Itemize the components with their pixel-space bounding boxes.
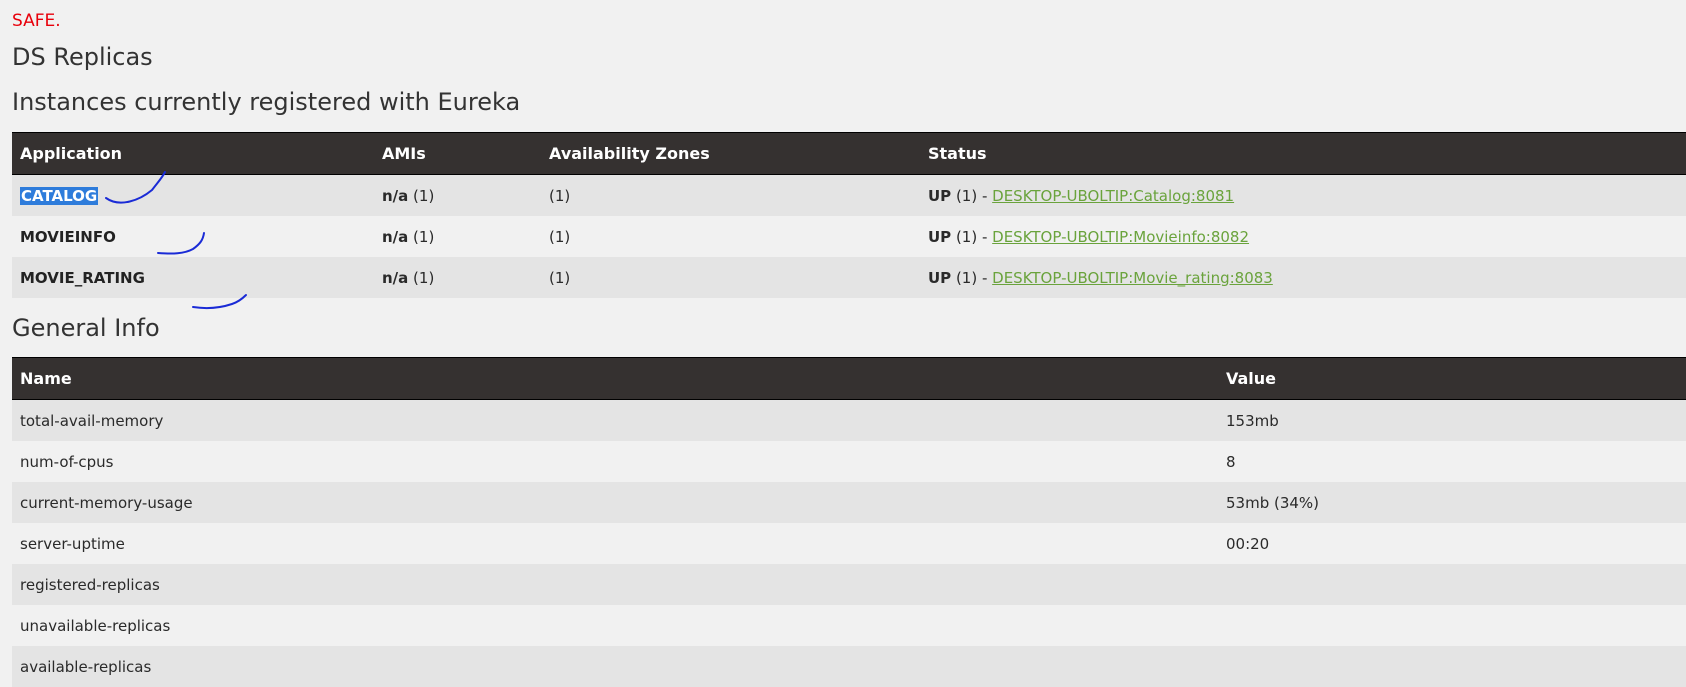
status-cell: UP (1) - DESKTOP-UBOLTIP:Catalog:8081 <box>920 174 1686 216</box>
instances-table: Application AMIs Availability Zones Stat… <box>12 132 1686 298</box>
info-name: current-memory-usage <box>12 482 1218 523</box>
general-info-title: General Info <box>12 314 160 342</box>
amis-label: n/a <box>382 186 409 205</box>
table-row: total-avail-memory 153mb <box>12 399 1686 441</box>
amis-label: n/a <box>382 268 409 287</box>
status-count: (1) - <box>951 227 993 246</box>
info-value: 00:20 <box>1218 523 1686 564</box>
info-name: unavailable-replicas <box>12 605 1218 646</box>
amis-label: n/a <box>382 227 409 246</box>
application-name-selected[interactable]: CATALOG <box>20 186 99 205</box>
status-count: (1) - <box>951 186 993 205</box>
instance-link[interactable]: DESKTOP-UBOLTIP:Catalog:8081 <box>992 187 1234 205</box>
info-value <box>1218 564 1686 605</box>
amis-cell: n/a (1) <box>374 174 541 216</box>
amis-cell: n/a (1) <box>374 257 541 298</box>
status-label: UP <box>928 227 952 246</box>
application-cell: CATALOG <box>12 174 374 216</box>
info-name: server-uptime <box>12 523 1218 564</box>
info-name: available-replicas <box>12 646 1218 687</box>
info-name: total-avail-memory <box>12 399 1218 441</box>
amis-cell: n/a (1) <box>374 216 541 257</box>
amis-count: (1) <box>408 186 435 205</box>
application-name: MOVIE_RATING <box>20 268 145 287</box>
ds-replicas-title: DS Replicas <box>12 43 153 71</box>
zones-cell: (1) <box>541 216 920 257</box>
info-name: num-of-cpus <box>12 441 1218 482</box>
status-message: SAFE. <box>12 11 61 31</box>
amis-count: (1) <box>408 268 435 287</box>
status-cell: UP (1) - DESKTOP-UBOLTIP:Movieinfo:8082 <box>920 216 1686 257</box>
info-value: 8 <box>1218 441 1686 482</box>
application-cell: MOVIEINFO <box>12 216 374 257</box>
column-header-value: Value <box>1218 357 1686 400</box>
table-row: num-of-cpus 8 <box>12 441 1686 482</box>
column-header-application: Application <box>12 132 374 175</box>
column-header-zones: Availability Zones <box>541 132 920 175</box>
status-label: UP <box>928 186 952 205</box>
info-value <box>1218 646 1686 687</box>
table-row: unavailable-replicas <box>12 605 1686 646</box>
general-header-row: Name Value <box>12 357 1686 400</box>
zones-cell: (1) <box>541 257 920 298</box>
application-name: MOVIEINFO <box>20 227 116 246</box>
instances-title: Instances currently registered with Eure… <box>12 88 521 116</box>
instances-header-row: Application AMIs Availability Zones Stat… <box>12 132 1686 175</box>
status-cell: UP (1) - DESKTOP-UBOLTIP:Movie_rating:80… <box>920 257 1686 298</box>
table-row: current-memory-usage 53mb (34%) <box>12 482 1686 523</box>
column-header-status: Status <box>920 132 1686 175</box>
table-row: server-uptime 00:20 <box>12 523 1686 564</box>
eureka-dashboard: SAFE. DS Replicas Instances currently re… <box>12 0 1686 687</box>
instance-link[interactable]: DESKTOP-UBOLTIP:Movieinfo:8082 <box>992 228 1249 246</box>
status-label: UP <box>928 268 952 287</box>
table-row: CATALOG n/a (1) (1) UP (1) - DESKTOP-UBO… <box>12 174 1686 216</box>
info-value: 53mb (34%) <box>1218 482 1686 523</box>
instance-link[interactable]: DESKTOP-UBOLTIP:Movie_rating:8083 <box>992 269 1273 287</box>
table-row: registered-replicas <box>12 564 1686 605</box>
table-row: available-replicas <box>12 646 1686 687</box>
table-row: MOVIEINFO n/a (1) (1) UP (1) - DESKTOP-U… <box>12 216 1686 257</box>
info-value <box>1218 605 1686 646</box>
column-header-name: Name <box>12 357 1218 400</box>
general-info-table: Name Value total-avail-memory 153mb num-… <box>12 357 1686 687</box>
application-cell: MOVIE_RATING <box>12 257 374 298</box>
zones-cell: (1) <box>541 174 920 216</box>
amis-count: (1) <box>408 227 435 246</box>
info-value: 153mb <box>1218 399 1686 441</box>
column-header-amis: AMIs <box>374 132 541 175</box>
info-name: registered-replicas <box>12 564 1218 605</box>
table-row: MOVIE_RATING n/a (1) (1) UP (1) - DESKTO… <box>12 257 1686 298</box>
status-count: (1) - <box>951 268 993 287</box>
